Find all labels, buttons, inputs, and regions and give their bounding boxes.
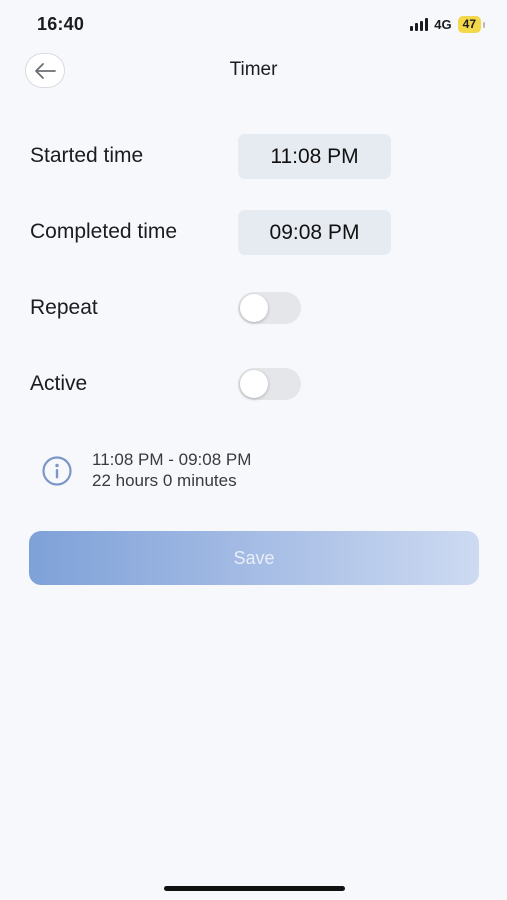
repeat-label: Repeat <box>30 296 98 319</box>
duration-summary: 11:08 PM - 09:08 PM 22 hours 0 minutes <box>92 449 251 491</box>
toggle-knob <box>240 370 268 398</box>
status-time: 16:40 <box>37 14 85 34</box>
duration-text: 22 hours 0 minutes <box>92 471 237 490</box>
home-indicator <box>164 886 345 891</box>
page-title: Timer <box>229 59 278 80</box>
network-type: 4G <box>434 17 452 32</box>
battery-icon: 47 <box>457 16 481 33</box>
completed-time-picker[interactable]: 09:08 PM <box>238 210 391 255</box>
repeat-toggle[interactable] <box>238 292 301 324</box>
status-indicators: 4G 47 <box>410 16 485 33</box>
active-label: Active <box>30 372 88 395</box>
toggle-knob <box>240 294 268 322</box>
save-button[interactable]: Save <box>29 531 479 585</box>
info-icon <box>42 456 72 486</box>
battery-tip <box>483 21 485 28</box>
status-bar: 16:40 4G 47 <box>0 0 507 50</box>
timer-screen: 16:40 4G 47 Timer Started time 11:08 PM … <box>0 0 507 900</box>
completed-time-label: Completed time <box>30 220 178 243</box>
started-time-picker[interactable]: 11:08 PM <box>238 134 391 179</box>
time-range-text: 11:08 PM - 09:08 PM <box>92 450 252 469</box>
signal-icon <box>410 18 429 31</box>
started-time-label: Started time <box>30 144 144 167</box>
active-toggle[interactable] <box>238 368 301 400</box>
